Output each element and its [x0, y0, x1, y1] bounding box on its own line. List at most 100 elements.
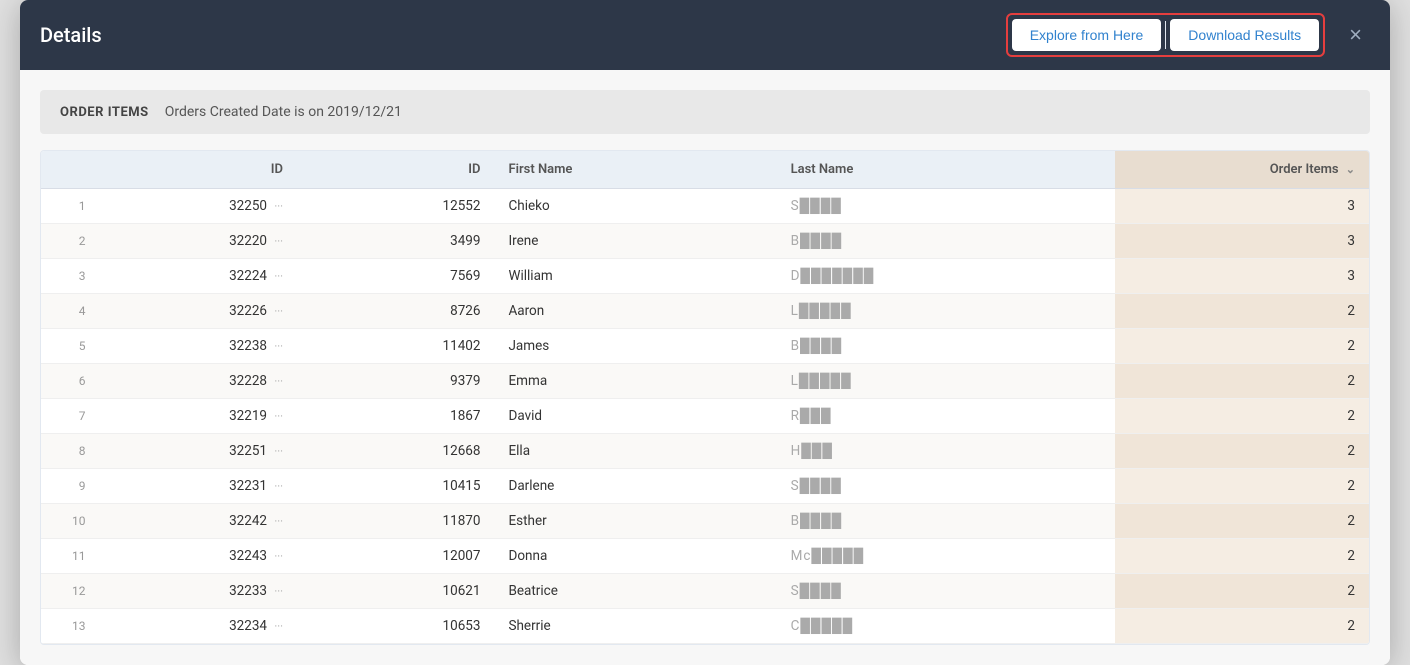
col-header-orderitems[interactable]: Order Items ⌄	[1115, 151, 1369, 189]
cell-order-items: 2	[1115, 399, 1369, 434]
filter-bar: ORDER ITEMS Orders Created Date is on 20…	[40, 90, 1370, 134]
cell-row-num: 5	[41, 329, 100, 364]
table-row: 632228 ···9379EmmaL█████2	[41, 364, 1369, 399]
cell-firstname: Sherrie	[494, 609, 776, 644]
cell-order-items: 2	[1115, 434, 1369, 469]
cell-id2: 10621	[297, 574, 494, 609]
col-header-lastname[interactable]: Last Name	[777, 151, 1116, 189]
cell-id2: 10653	[297, 609, 494, 644]
cell-id2: 9379	[297, 364, 494, 399]
table-header: ID ID First Name Last Name Order Items ⌄	[41, 151, 1369, 189]
header-actions-group: Explore from Here Download Results	[1006, 13, 1325, 57]
dots-icon: ···	[274, 480, 283, 493]
dots-icon: ···	[274, 270, 283, 283]
table-body: 132250 ···12552ChiekoS████3232220 ···349…	[41, 189, 1369, 644]
cell-lastname: B████	[777, 504, 1116, 539]
cell-row-num: 11	[41, 539, 100, 574]
table-row: 232220 ···3499IreneB████3	[41, 224, 1369, 259]
blurred-lastname: S████	[791, 198, 842, 214]
cell-order-items: 2	[1115, 329, 1369, 364]
table-row: 532238 ···11402JamesB████2	[41, 329, 1369, 364]
data-table: ID ID First Name Last Name Order Items ⌄…	[41, 151, 1369, 644]
cell-id1: 32233 ···	[100, 574, 297, 609]
modal-title: Details	[40, 23, 102, 47]
cell-lastname: C█████	[777, 609, 1116, 644]
close-button[interactable]: ×	[1341, 18, 1370, 52]
blurred-lastname: Mc█████	[791, 548, 865, 564]
blurred-lastname: R███	[791, 408, 832, 424]
cell-row-num: 10	[41, 504, 100, 539]
dots-icon: ···	[274, 340, 283, 353]
cell-id2: 7569	[297, 259, 494, 294]
cell-id1: 32219 ···	[100, 399, 297, 434]
cell-row-num: 4	[41, 294, 100, 329]
blurred-lastname: S████	[791, 583, 842, 599]
download-results-button[interactable]: Download Results	[1170, 19, 1319, 51]
cell-id2: 12007	[297, 539, 494, 574]
dots-icon: ···	[274, 620, 283, 633]
cell-row-num: 8	[41, 434, 100, 469]
table-row: 1232233 ···10621BeatriceS████2	[41, 574, 1369, 609]
filter-value: Orders Created Date is on 2019/12/21	[165, 104, 402, 120]
blurred-lastname: B████	[791, 233, 843, 249]
dots-icon: ···	[274, 445, 283, 458]
cell-row-num: 2	[41, 224, 100, 259]
cell-id2: 12668	[297, 434, 494, 469]
cell-order-items: 2	[1115, 504, 1369, 539]
cell-id2: 11870	[297, 504, 494, 539]
cell-id2: 3499	[297, 224, 494, 259]
table-row: 732219 ···1867DavidR███2	[41, 399, 1369, 434]
blurred-lastname: B████	[791, 513, 843, 529]
cell-order-items: 2	[1115, 609, 1369, 644]
blurred-lastname: C█████	[791, 618, 854, 634]
cell-id2: 8726	[297, 294, 494, 329]
cell-lastname: S████	[777, 574, 1116, 609]
data-table-wrapper: ID ID First Name Last Name Order Items ⌄…	[40, 150, 1370, 645]
cell-firstname: James	[494, 329, 776, 364]
dots-icon: ···	[274, 200, 283, 213]
cell-lastname: H███	[777, 434, 1116, 469]
cell-order-items: 2	[1115, 469, 1369, 504]
cell-id1: 32231 ···	[100, 469, 297, 504]
modal-header: Details Explore from Here Download Resul…	[20, 0, 1390, 70]
cell-id1: 32251 ···	[100, 434, 297, 469]
cell-id1: 32220 ···	[100, 224, 297, 259]
blurred-lastname: L█████	[791, 303, 852, 319]
cell-row-num: 13	[41, 609, 100, 644]
cell-row-num: 6	[41, 364, 100, 399]
dots-icon: ···	[274, 235, 283, 248]
explore-from-here-button[interactable]: Explore from Here	[1012, 19, 1162, 51]
cell-order-items: 3	[1115, 259, 1369, 294]
cell-firstname: William	[494, 259, 776, 294]
blurred-lastname: B████	[791, 338, 843, 354]
cell-order-items: 2	[1115, 539, 1369, 574]
table-row: 932231 ···10415DarleneS████2	[41, 469, 1369, 504]
dots-icon: ···	[274, 305, 283, 318]
details-modal: Details Explore from Here Download Resul…	[20, 0, 1390, 665]
blurred-lastname: D███████	[791, 268, 875, 284]
dots-icon: ···	[274, 410, 283, 423]
table-row: 1332234 ···10653Sherrie C█████ 2	[41, 609, 1369, 644]
cell-id1: 32234 ···	[100, 609, 297, 644]
cell-firstname: Donna	[494, 539, 776, 574]
cell-id1: 32242 ···	[100, 504, 297, 539]
cell-row-num: 9	[41, 469, 100, 504]
col-header-id2[interactable]: ID	[297, 151, 494, 189]
table-row: 432226 ···8726AaronL█████2	[41, 294, 1369, 329]
cell-order-items: 3	[1115, 189, 1369, 224]
cell-row-num: 12	[41, 574, 100, 609]
cell-id2: 1867	[297, 399, 494, 434]
table-row: 132250 ···12552ChiekoS████3	[41, 189, 1369, 224]
modal-body: ORDER ITEMS Orders Created Date is on 20…	[20, 70, 1390, 665]
cell-id1: 32224 ···	[100, 259, 297, 294]
col-header-firstname[interactable]: First Name	[494, 151, 776, 189]
cell-order-items: 3	[1115, 224, 1369, 259]
cell-lastname: R███	[777, 399, 1116, 434]
cell-id1: 32243 ···	[100, 539, 297, 574]
col-header-id1[interactable]: ID	[100, 151, 297, 189]
cell-firstname: David	[494, 399, 776, 434]
blurred-lastname: H███	[791, 443, 833, 459]
dots-icon: ···	[274, 550, 283, 563]
cell-id2: 12552	[297, 189, 494, 224]
table-row: 1032242 ···11870EstherB████2	[41, 504, 1369, 539]
